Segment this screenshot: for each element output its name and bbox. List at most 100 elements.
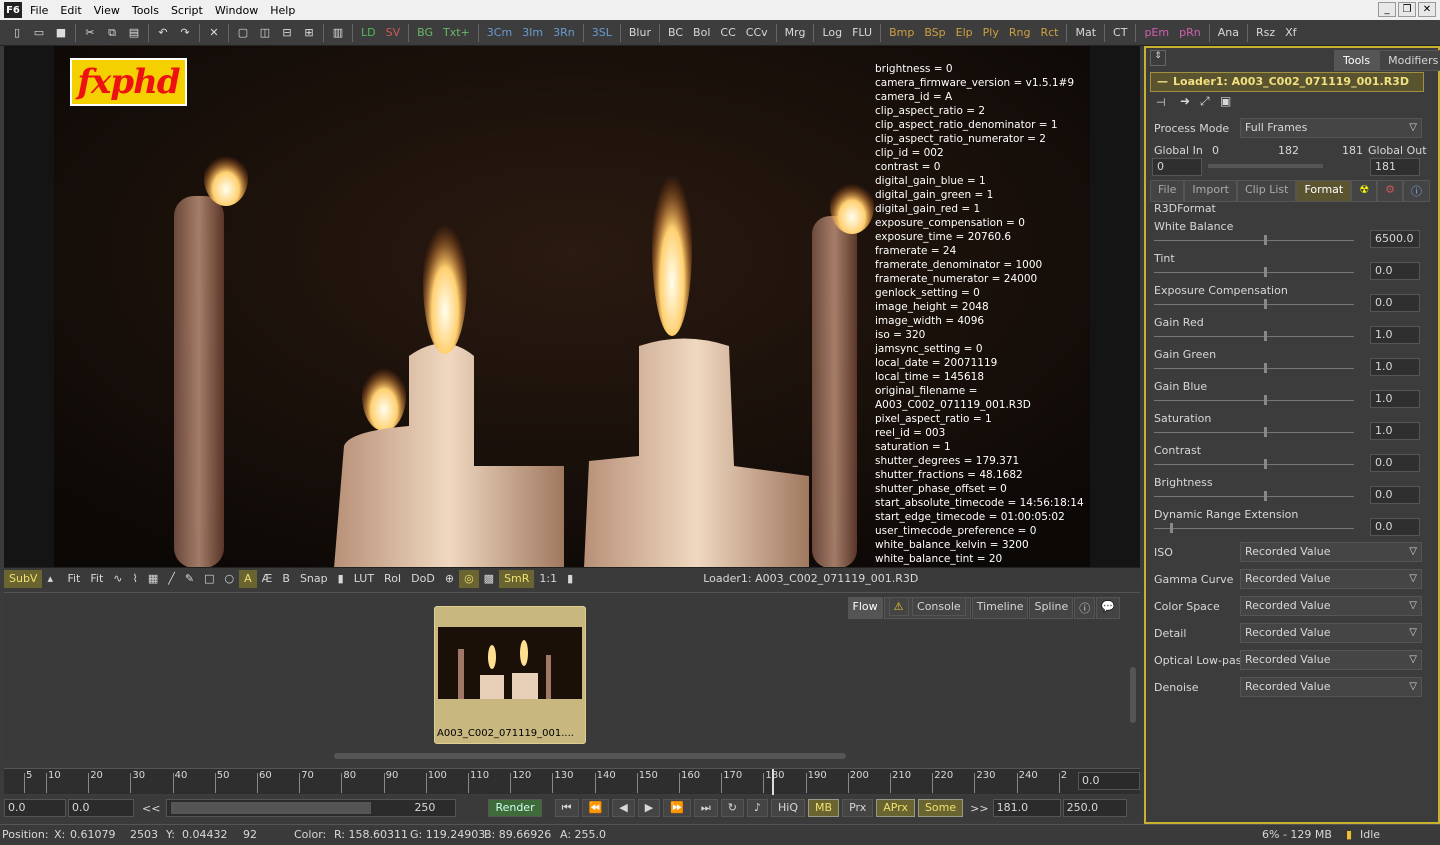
tool-bg[interactable]: BG	[412, 23, 438, 43]
slider-knob[interactable]	[1264, 427, 1267, 437]
hiq-button[interactable]: HiQ	[771, 799, 806, 817]
slider-knob[interactable]	[1264, 395, 1267, 405]
slider-knob[interactable]	[1264, 491, 1267, 501]
roi-button[interactable]: RoI	[379, 570, 406, 588]
flow-vscrollbar[interactable]	[1130, 667, 1136, 723]
slider-value-field[interactable]: 0.0	[1370, 294, 1420, 312]
audio-icon[interactable]: ♪	[746, 799, 769, 817]
range-slider[interactable]: 250	[166, 799, 457, 817]
tool-bmp[interactable]: Bmp	[884, 23, 919, 43]
menu-tools[interactable]: Tools	[128, 4, 167, 17]
slider-value-field[interactable]: 0.0	[1370, 518, 1420, 536]
panel-collapse-icon[interactable]: ⇕	[1150, 50, 1166, 66]
tool-log[interactable]: Log	[817, 23, 847, 43]
open-folder-icon[interactable]: ▭	[30, 25, 48, 41]
process-mode-dropdown[interactable]: Full Frames ▽	[1240, 118, 1422, 138]
snap-button[interactable]: Snap	[295, 570, 333, 588]
dod-button[interactable]: DoD	[406, 570, 440, 588]
global-start-field[interactable]: 0.0	[4, 799, 66, 817]
tool-3sl[interactable]: 3SL	[587, 23, 617, 43]
menu-view[interactable]: View	[90, 4, 128, 17]
subview-button[interactable]: SubV	[4, 569, 43, 588]
buffer-a-button[interactable]: A	[239, 569, 257, 588]
comment-icon[interactable]: 💬	[1096, 597, 1120, 619]
tool-3cm[interactable]: 3Cm	[482, 23, 517, 43]
ellipse-icon[interactable]: ○	[220, 570, 240, 588]
render-end-field[interactable]: 181.0	[992, 799, 1061, 817]
brush-icon[interactable]: ╱	[163, 570, 180, 588]
fit-dropdown-button[interactable]: Fit	[85, 570, 108, 588]
flow-view[interactable]: Flow ⚠ Console Timeline Spline ⓘ 💬 A003_…	[4, 592, 1140, 762]
recorded-value-dropdown[interactable]: Recorded Value ▽	[1240, 677, 1422, 697]
rewind-icon[interactable]: ⏪	[581, 799, 610, 817]
playhead[interactable]	[772, 769, 774, 795]
ratio-button[interactable]: 1:1	[534, 570, 562, 588]
slider-value-field[interactable]: 1.0	[1370, 358, 1420, 376]
info-icon[interactable]: ⓘ	[1402, 180, 1430, 202]
aprx-button[interactable]: APrx	[876, 799, 915, 817]
slider-knob[interactable]	[1264, 267, 1267, 277]
loader-header[interactable]: — Loader1: A003_C002_071119_001.R3D	[1150, 72, 1424, 92]
slider-track[interactable]	[1154, 299, 1354, 309]
picker-icon[interactable]: ⤢	[1200, 94, 1210, 109]
tool-sv[interactable]: SV	[381, 23, 406, 43]
tool-ply[interactable]: Ply	[978, 23, 1004, 43]
tab-tools[interactable]: Tools	[1334, 50, 1380, 71]
tool-mrg[interactable]: Mrg	[780, 23, 811, 43]
tool-flu[interactable]: FLU	[847, 23, 877, 43]
time-ruler[interactable]: 5 10 20 30 40 50 60 70 80 90 100 110 120 130 140 150 160…	[4, 768, 1140, 795]
slider-track[interactable]	[1154, 491, 1354, 501]
loop-icon[interactable]: ↻	[720, 799, 744, 817]
tool-ct[interactable]: CT	[1108, 23, 1132, 43]
tab-modifiers[interactable]: Modifiers	[1379, 50, 1440, 71]
slider-track[interactable]	[1154, 395, 1354, 405]
global-range-slider[interactable]	[1208, 164, 1323, 168]
undo-icon[interactable]: ↶	[154, 25, 172, 41]
slider-knob[interactable]	[1264, 331, 1267, 341]
step-forward-button[interactable]: >>	[966, 802, 992, 815]
subtab-import[interactable]: Import	[1184, 180, 1237, 202]
tool-mat[interactable]: Mat	[1070, 23, 1101, 43]
flow-hscrollbar[interactable]	[334, 753, 846, 759]
slider-track[interactable]	[1154, 331, 1354, 341]
current-time-field[interactable]: 0.0	[1078, 772, 1140, 790]
copy-icon[interactable]: ⧉	[103, 25, 121, 41]
slider-track[interactable]	[1154, 459, 1354, 469]
tool-3im[interactable]: 3Im	[517, 23, 548, 43]
tool-rng[interactable]: Rng	[1004, 23, 1036, 43]
slider-knob[interactable]	[1264, 299, 1267, 309]
slider-track[interactable]	[1154, 267, 1354, 277]
layout-single-icon[interactable]: ▢	[234, 25, 252, 41]
gear-icon[interactable]: ⚙	[1377, 180, 1403, 202]
tool-bsp[interactable]: BSp	[919, 23, 950, 43]
tool-elp[interactable]: Elp	[951, 23, 978, 43]
tab-console[interactable]: ⚠ Console	[883, 597, 971, 619]
slider-value-field[interactable]: 1.0	[1370, 326, 1420, 344]
slider-track[interactable]	[1154, 523, 1354, 533]
slider-value-field[interactable]: 6500.0	[1370, 230, 1420, 248]
collapse-dash-icon[interactable]: —	[1157, 73, 1168, 91]
menu-help[interactable]: Help	[266, 4, 303, 17]
global-end-field[interactable]: 250.0	[1062, 799, 1127, 817]
tool-ana[interactable]: Ana	[1213, 23, 1244, 43]
delete-tool-icon[interactable]: ✕	[205, 25, 223, 41]
subview-dropdown-icon[interactable]: ▴	[42, 570, 62, 588]
tool-cc[interactable]: CC	[715, 23, 740, 43]
lut-button[interactable]: LUT	[349, 570, 379, 588]
menu-script[interactable]: Script	[167, 4, 211, 17]
menu-window[interactable]: Window	[211, 4, 266, 17]
slider-knob[interactable]	[1264, 363, 1267, 373]
slider-value-field[interactable]: 0.0	[1370, 486, 1420, 504]
tool-3rn[interactable]: 3Rn	[548, 23, 580, 43]
some-button[interactable]: Some	[917, 799, 964, 817]
go-start-icon[interactable]: ⏮	[554, 799, 579, 817]
recorded-value-dropdown[interactable]: Recorded Value ▽	[1240, 650, 1422, 670]
subtab-clip-list[interactable]: Clip List	[1236, 180, 1297, 202]
tool-txt[interactable]: Txt+	[438, 23, 475, 43]
slider-value-field[interactable]: 0.0	[1370, 262, 1420, 280]
mb-button[interactable]: MB	[808, 799, 840, 817]
play-reverse-icon[interactable]: ◀	[612, 799, 635, 817]
go-end-icon[interactable]: ⏭	[693, 799, 718, 817]
recorded-value-dropdown[interactable]: Recorded Value ▽	[1240, 623, 1422, 643]
gamma-icon[interactable]: ◎	[459, 569, 479, 588]
